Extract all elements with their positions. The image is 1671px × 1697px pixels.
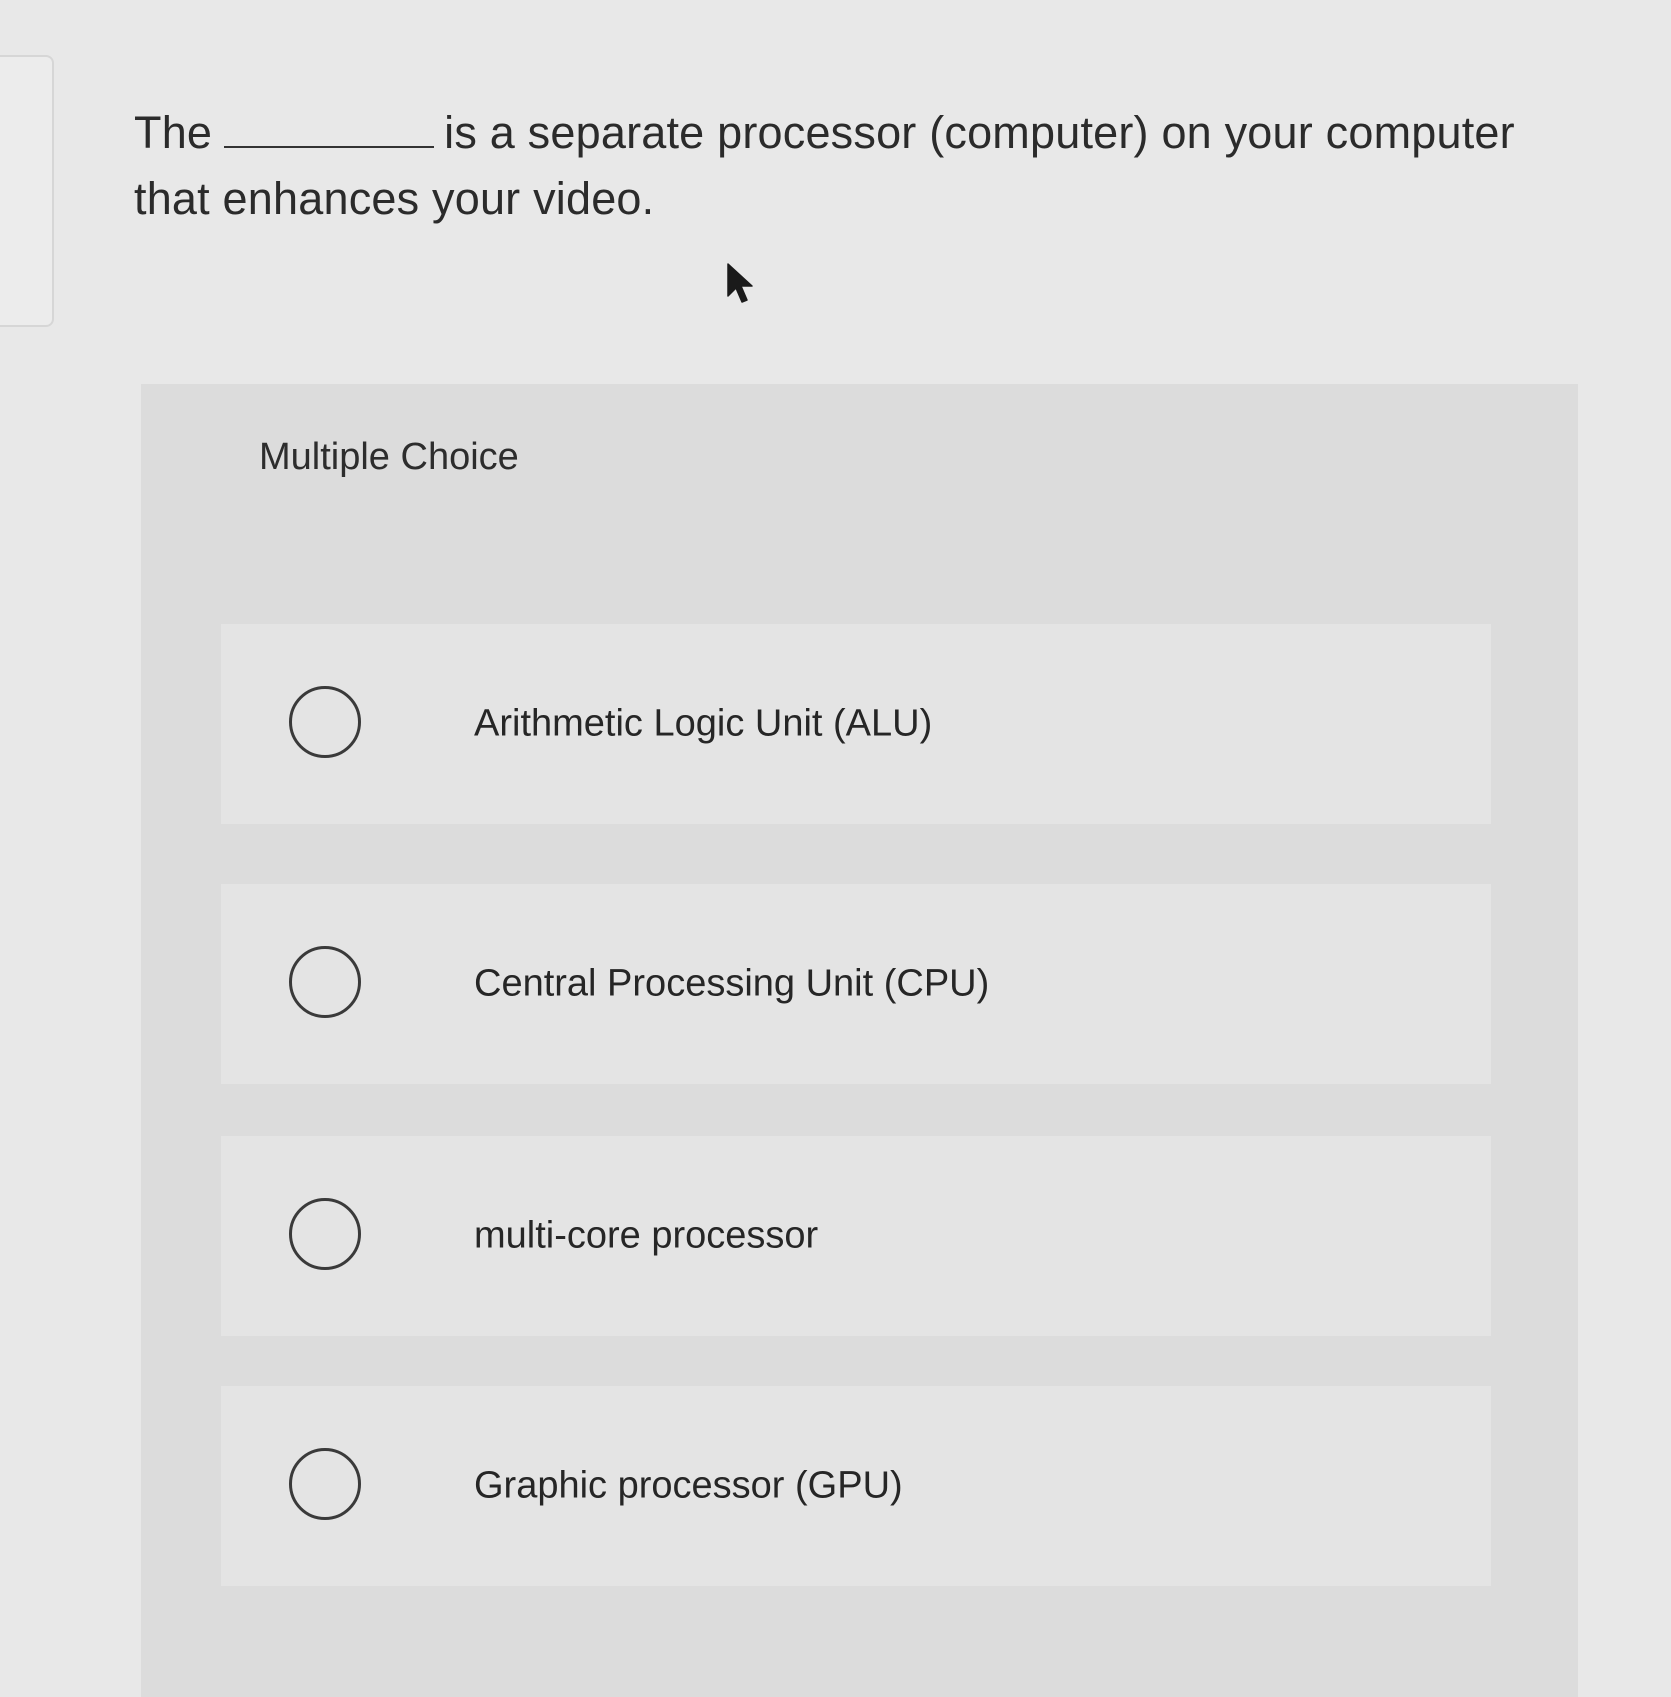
choice-label: Arithmetic Logic Unit (ALU) bbox=[474, 702, 933, 745]
radio-button[interactable] bbox=[289, 946, 361, 1018]
answer-blank bbox=[224, 110, 435, 148]
mouse-cursor-icon bbox=[727, 263, 753, 303]
choice-label: Graphic processor (GPU) bbox=[474, 1464, 903, 1507]
side-tab bbox=[0, 55, 54, 327]
multiple-choice-panel: Multiple Choice Arithmetic Logic Unit (A… bbox=[141, 384, 1578, 1697]
choice-option[interactable]: Central Processing Unit (CPU) bbox=[221, 884, 1491, 1084]
radio-button[interactable] bbox=[289, 1448, 361, 1520]
choice-option[interactable]: Graphic processor (GPU) bbox=[221, 1386, 1491, 1586]
multiple-choice-label: Multiple Choice bbox=[259, 436, 519, 478]
question-prefix: The bbox=[134, 107, 213, 158]
choice-label: Central Processing Unit (CPU) bbox=[474, 962, 990, 1005]
choice-label: multi-core processor bbox=[474, 1214, 819, 1257]
choice-option[interactable]: multi-core processor bbox=[221, 1136, 1491, 1336]
radio-button[interactable] bbox=[289, 1198, 361, 1270]
question-text: The is a separate processor (computer) on… bbox=[134, 100, 1574, 232]
choice-option[interactable]: Arithmetic Logic Unit (ALU) bbox=[221, 624, 1491, 824]
radio-button[interactable] bbox=[289, 686, 361, 758]
